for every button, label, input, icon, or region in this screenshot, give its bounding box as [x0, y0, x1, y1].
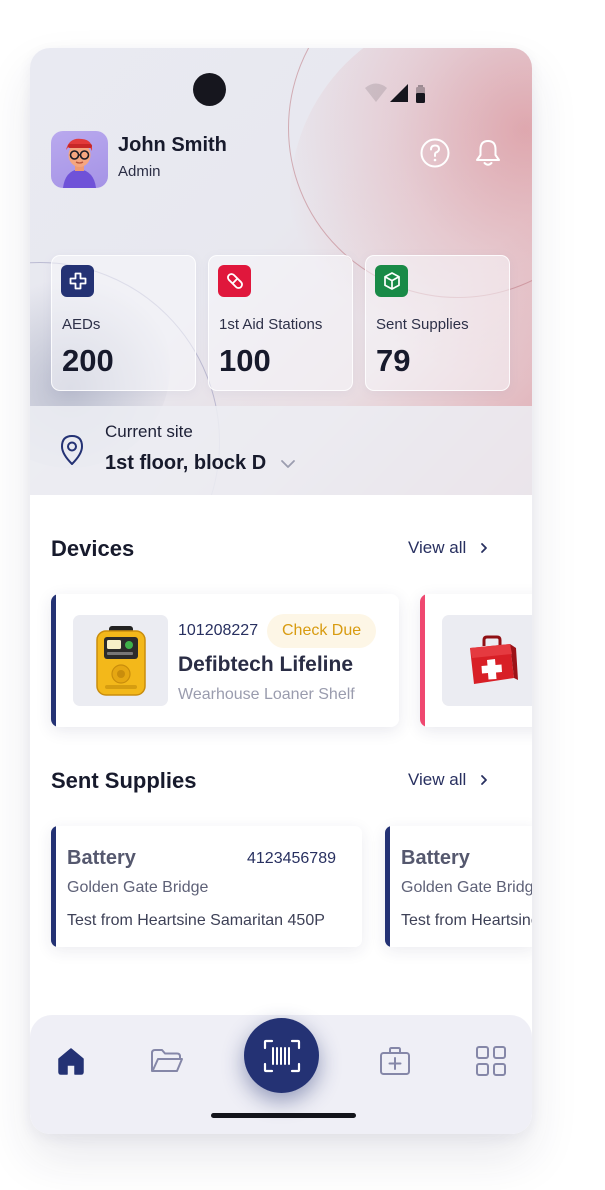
user-name: John Smith: [118, 134, 227, 156]
stat-label: AEDs: [62, 316, 101, 333]
supply-code: 4123456789: [247, 850, 336, 867]
first-aid-kit-icon: [380, 1047, 410, 1075]
bell-icon: [476, 140, 500, 166]
chevron-down-icon: [281, 459, 296, 468]
tab-home[interactable]: [49, 1039, 93, 1083]
scan-barcode-icon: [263, 1039, 300, 1072]
stat-value: 200: [62, 343, 114, 378]
view-all-label: View all: [408, 538, 467, 557]
device-location: Wearhouse Loaner Shelf: [178, 686, 355, 703]
home-indicator: [211, 1113, 356, 1118]
stat-value: 100: [219, 343, 271, 378]
card-accent-bar: [420, 594, 425, 727]
tab-more[interactable]: [469, 1039, 513, 1083]
chevron-right-icon: [481, 775, 488, 785]
wifi-icon: [365, 83, 387, 102]
supply-card[interactable]: Battery Golden Gate Bridge Test from Hea…: [385, 826, 532, 947]
card-accent-bar: [385, 826, 390, 947]
site-caption: Current site: [105, 422, 193, 441]
medical-cross-icon: [61, 265, 94, 297]
stat-label: 1st Aid Stations: [219, 316, 323, 333]
stat-card-first-aid-stations[interactable]: 1st Aid Stations 100: [208, 255, 353, 391]
status-bar: [365, 82, 435, 104]
devices-title: Devices: [51, 536, 135, 561]
aed-device-image: [73, 615, 168, 706]
card-accent-bar: [51, 826, 56, 947]
front-camera: [193, 73, 226, 106]
folder-icon: [151, 1049, 183, 1072]
supply-location: Golden Gate Bridge: [401, 879, 532, 896]
status-badge: Check Due: [267, 614, 377, 648]
phone-screen: John Smith Admin AEDs 200 1st Aid Statio…: [30, 48, 532, 1134]
devices-view-all-link[interactable]: View all: [408, 538, 488, 558]
device-card[interactable]: [420, 594, 532, 727]
location-pin-icon: [58, 434, 86, 471]
stat-label: Sent Supplies: [376, 316, 469, 333]
signal-icon: [390, 84, 408, 102]
user-role: Admin: [118, 163, 161, 180]
home-icon: [58, 1048, 84, 1075]
grid-icon: [476, 1046, 506, 1076]
stat-value: 79: [376, 343, 411, 378]
current-site-selector[interactable]: Current site 1st floor, block D: [30, 406, 532, 495]
tab-folders[interactable]: [145, 1039, 189, 1083]
stat-card-aeds[interactable]: AEDs 200: [51, 255, 196, 391]
box-icon: [375, 265, 408, 297]
scan-button[interactable]: [244, 1018, 319, 1093]
card-accent-bar: [51, 594, 56, 727]
tab-first-aid[interactable]: [373, 1039, 417, 1083]
stat-card-sent-supplies[interactable]: Sent Supplies 79: [365, 255, 510, 391]
pill-icon: [218, 265, 251, 297]
site-name: 1st floor, block D: [105, 452, 267, 474]
view-all-label: View all: [408, 770, 467, 789]
help-icon: [420, 138, 450, 168]
chevron-right-icon: [481, 543, 488, 553]
supply-note: Test from Heartsine Samaritan 450P: [67, 912, 325, 929]
supply-location: Golden Gate Bridge: [67, 879, 209, 896]
supply-note: Test from Heartsine Samaritan 450P: [401, 912, 532, 929]
device-serial: 101208227: [178, 622, 259, 639]
supply-title: Battery: [67, 847, 136, 869]
device-card[interactable]: 101208227 Check Due Defibtech Lifeline W…: [51, 594, 399, 727]
supply-title: Battery: [401, 847, 470, 869]
site-value: 1st floor, block D: [105, 452, 296, 475]
notifications-button[interactable]: [471, 136, 505, 170]
first-aid-kit-image: [442, 615, 532, 706]
supply-card[interactable]: Battery 4123456789 Golden Gate Bridge Te…: [51, 826, 362, 947]
battery-icon: [416, 85, 425, 103]
device-name: Defibtech Lifeline: [178, 653, 354, 676]
sent-supplies-title: Sent Supplies: [51, 768, 197, 793]
supplies-view-all-link[interactable]: View all: [408, 770, 488, 790]
help-button[interactable]: [418, 136, 452, 170]
avatar[interactable]: [51, 131, 108, 188]
